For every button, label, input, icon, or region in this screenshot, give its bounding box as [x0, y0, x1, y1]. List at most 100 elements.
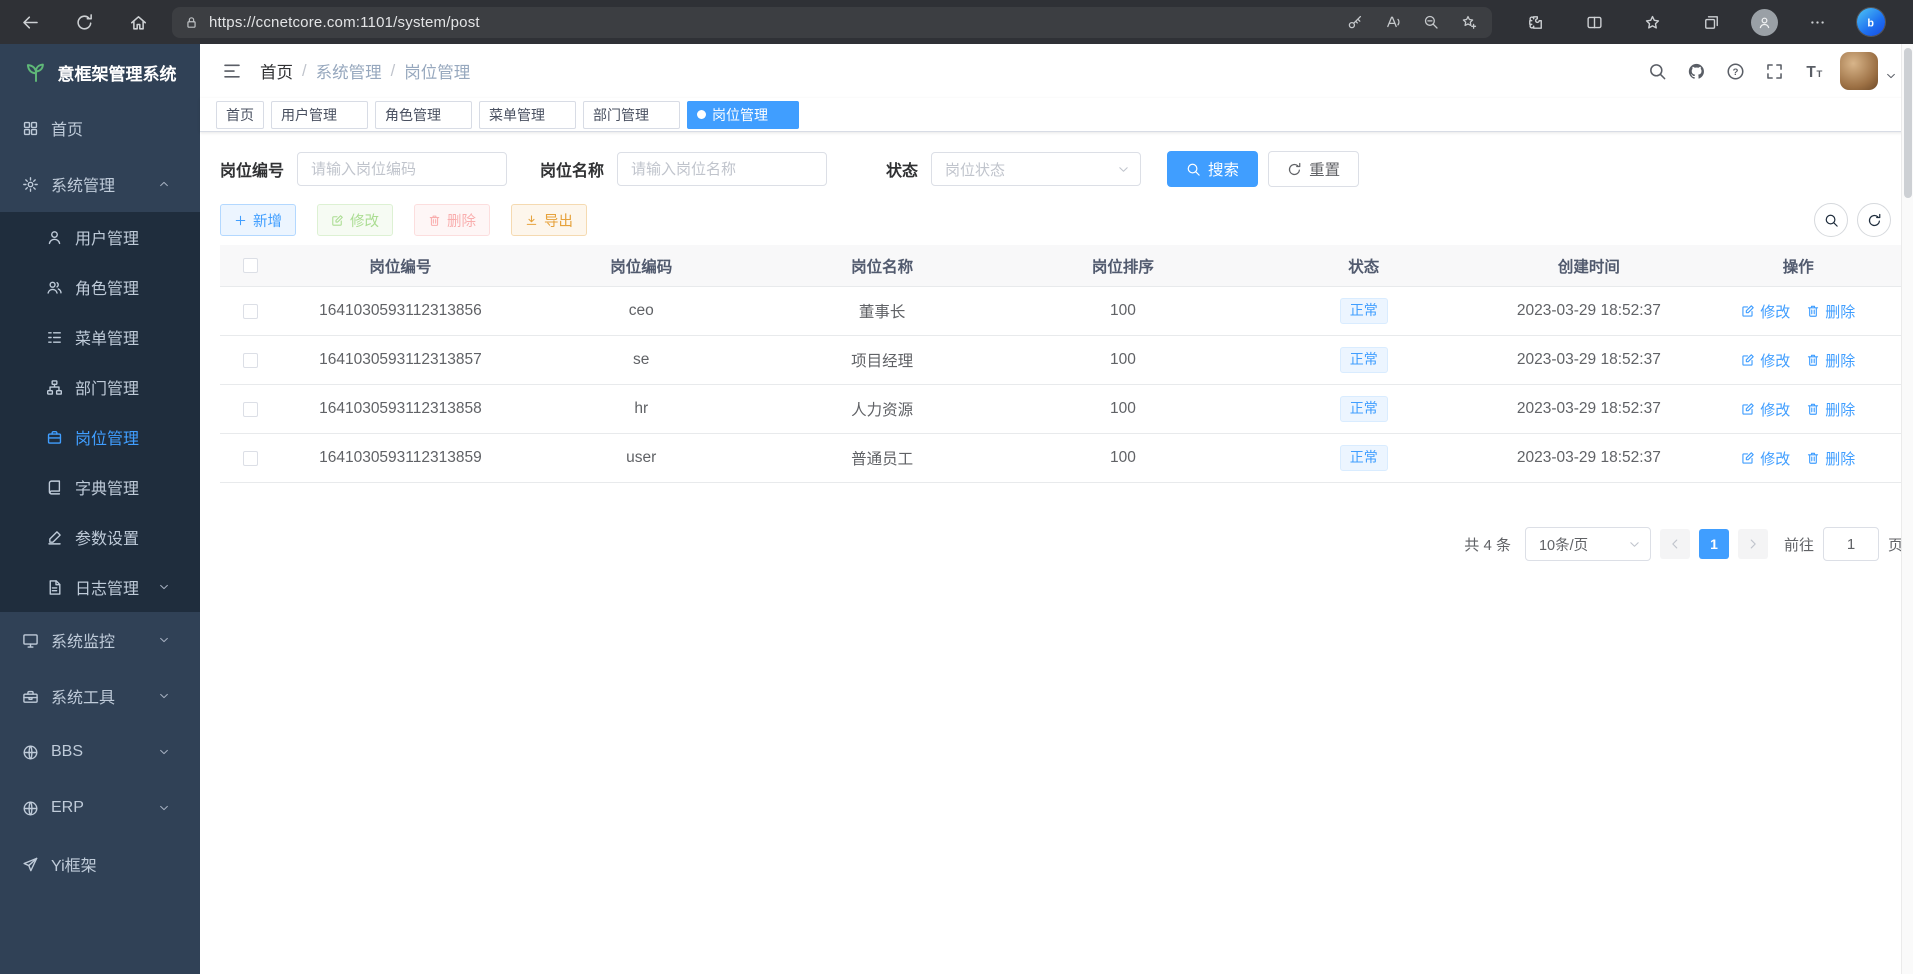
goto-page-input[interactable]	[1823, 527, 1879, 561]
row-checkbox[interactable]	[243, 353, 258, 368]
sidebar-item-param-settings[interactable]: 参数设置	[0, 512, 200, 562]
tab-home[interactable]: 首页	[216, 101, 264, 129]
edit-link[interactable]: 修改	[1741, 399, 1790, 420]
tab-post-management[interactable]: 岗位管理	[687, 101, 799, 129]
breadcrumb-home[interactable]: 首页	[260, 59, 293, 83]
sidebar-item-bbs[interactable]: BBS	[0, 724, 200, 780]
sidebar-toggle[interactable]	[214, 53, 250, 89]
split-screen-icon	[1586, 14, 1603, 31]
pencil-square-icon	[1741, 451, 1755, 465]
delete-link[interactable]: 删除	[1806, 448, 1855, 469]
delete-button[interactable]: 删除	[414, 204, 490, 236]
prev-page-button[interactable]	[1660, 529, 1690, 559]
help-button[interactable]: ?	[1717, 53, 1754, 90]
reset-button[interactable]: 重置	[1268, 151, 1359, 187]
search-button[interactable]: 搜索	[1167, 151, 1258, 187]
sidebar-item-role-management[interactable]: 角色管理	[0, 262, 200, 312]
close-icon[interactable]	[551, 107, 566, 122]
edit-link[interactable]: 修改	[1741, 350, 1790, 371]
menu-label: 角色管理	[75, 275, 139, 299]
export-button[interactable]: 导出	[511, 204, 587, 236]
fullscreen-button[interactable]	[1756, 53, 1793, 90]
page-1-button[interactable]: 1	[1699, 529, 1729, 559]
select-all-checkbox[interactable]	[243, 258, 258, 273]
header-search-button[interactable]	[1639, 53, 1676, 90]
sidebar-item-post-management[interactable]: 岗位管理	[0, 412, 200, 462]
status-select[interactable]: 岗位状态	[931, 152, 1141, 186]
back-button[interactable]	[8, 4, 52, 40]
sidebar-item-erp[interactable]: ERP	[0, 780, 200, 836]
edit-link[interactable]: 修改	[1741, 301, 1790, 322]
delete-link[interactable]: 删除	[1806, 399, 1855, 420]
sidebar-item-menu-management[interactable]: 菜单管理	[0, 312, 200, 362]
post-name-input[interactable]	[617, 152, 827, 186]
bing-sidebar-button[interactable]: b	[1857, 8, 1885, 36]
sidebar-item-dict-management[interactable]: 字典管理	[0, 462, 200, 512]
close-icon[interactable]	[447, 107, 462, 122]
sidebar-item-home[interactable]: 首页	[0, 100, 200, 156]
actions-cell: 修改删除	[1694, 336, 1903, 385]
close-icon[interactable]	[655, 107, 670, 122]
sidebar-item-user-management[interactable]: 用户管理	[0, 212, 200, 262]
browser-menu-button[interactable]	[1798, 4, 1836, 40]
edit-button[interactable]: 修改	[317, 204, 393, 236]
address-bar[interactable]: https://ccnetcore.com:1101/system/post	[172, 7, 1492, 38]
row-checkbox[interactable]	[243, 451, 258, 466]
split-screen-button[interactable]	[1575, 4, 1613, 40]
user-avatar[interactable]	[1840, 52, 1878, 90]
read-aloud-button[interactable]	[1376, 9, 1410, 35]
add-button[interactable]: 新增	[220, 204, 296, 236]
url-text[interactable]: https://ccnetcore.com:1101/system/post	[209, 14, 1328, 31]
refresh-icon	[75, 13, 94, 32]
password-button[interactable]	[1338, 9, 1372, 35]
collections-button[interactable]	[1692, 4, 1730, 40]
tab-role-management[interactable]: 角色管理	[375, 101, 472, 129]
zoom-button[interactable]	[1414, 9, 1448, 35]
tab-dept-management[interactable]: 部门管理	[583, 101, 680, 129]
document-icon	[46, 579, 63, 596]
app-window: 意框架管理系统 首页系统管理用户管理角色管理菜单管理部门管理岗位管理字典管理参数…	[0, 44, 1913, 974]
delete-link[interactable]: 删除	[1806, 350, 1855, 371]
extensions-button[interactable]	[1517, 4, 1555, 40]
page-size-select[interactable]: 10条/页	[1525, 527, 1651, 561]
refresh-icon	[1867, 213, 1882, 228]
browser-home-button[interactable]	[116, 4, 160, 40]
github-button[interactable]	[1678, 53, 1715, 90]
sidebar-item-system-tools[interactable]: 系统工具	[0, 668, 200, 724]
close-icon[interactable]	[343, 107, 358, 122]
page-scrollbar[interactable]	[1901, 44, 1913, 974]
tab-user-management[interactable]: 用户管理	[271, 101, 368, 129]
row-select-cell	[220, 336, 280, 385]
row-checkbox[interactable]	[243, 402, 258, 417]
read-aloud-icon	[1385, 14, 1401, 30]
chevron-down-icon	[1117, 163, 1130, 176]
refresh-button[interactable]	[62, 4, 106, 40]
scrollbar-thumb[interactable]	[1904, 48, 1912, 198]
favorite-page-button[interactable]	[1452, 9, 1486, 35]
zoom-out-icon	[1423, 14, 1439, 30]
sidebar-item-dept-management[interactable]: 部门管理	[0, 362, 200, 412]
toggle-search-button[interactable]	[1814, 203, 1848, 237]
sidebar-item-yi-framework[interactable]: Yi框架	[0, 836, 200, 892]
font-size-button[interactable]: TT	[1795, 53, 1832, 90]
svg-text:T: T	[1806, 63, 1816, 80]
plus-icon	[234, 214, 247, 227]
edit-link[interactable]: 修改	[1741, 448, 1790, 469]
delete-link[interactable]: 删除	[1806, 301, 1855, 322]
breadcrumb-separator: /	[391, 62, 396, 81]
users-icon	[46, 279, 63, 296]
browser-profile-button[interactable]	[1751, 9, 1778, 36]
refresh-table-button[interactable]	[1857, 203, 1891, 237]
tab-menu-management[interactable]: 菜单管理	[479, 101, 576, 129]
sidebar-item-log-management[interactable]: 日志管理	[0, 562, 200, 612]
post-id-input[interactable]	[297, 152, 507, 186]
chevron-down-icon[interactable]	[1885, 70, 1897, 82]
create-time-cell: 2023-03-29 18:52:37	[1484, 434, 1693, 483]
sidebar-item-system-management[interactable]: 系统管理	[0, 156, 200, 212]
next-page-button[interactable]	[1738, 529, 1768, 559]
person-icon	[1757, 15, 1772, 30]
row-checkbox[interactable]	[243, 304, 258, 319]
favorites-button[interactable]	[1634, 4, 1672, 40]
close-icon[interactable]	[774, 107, 789, 122]
sidebar-item-system-monitor[interactable]: 系统监控	[0, 612, 200, 668]
